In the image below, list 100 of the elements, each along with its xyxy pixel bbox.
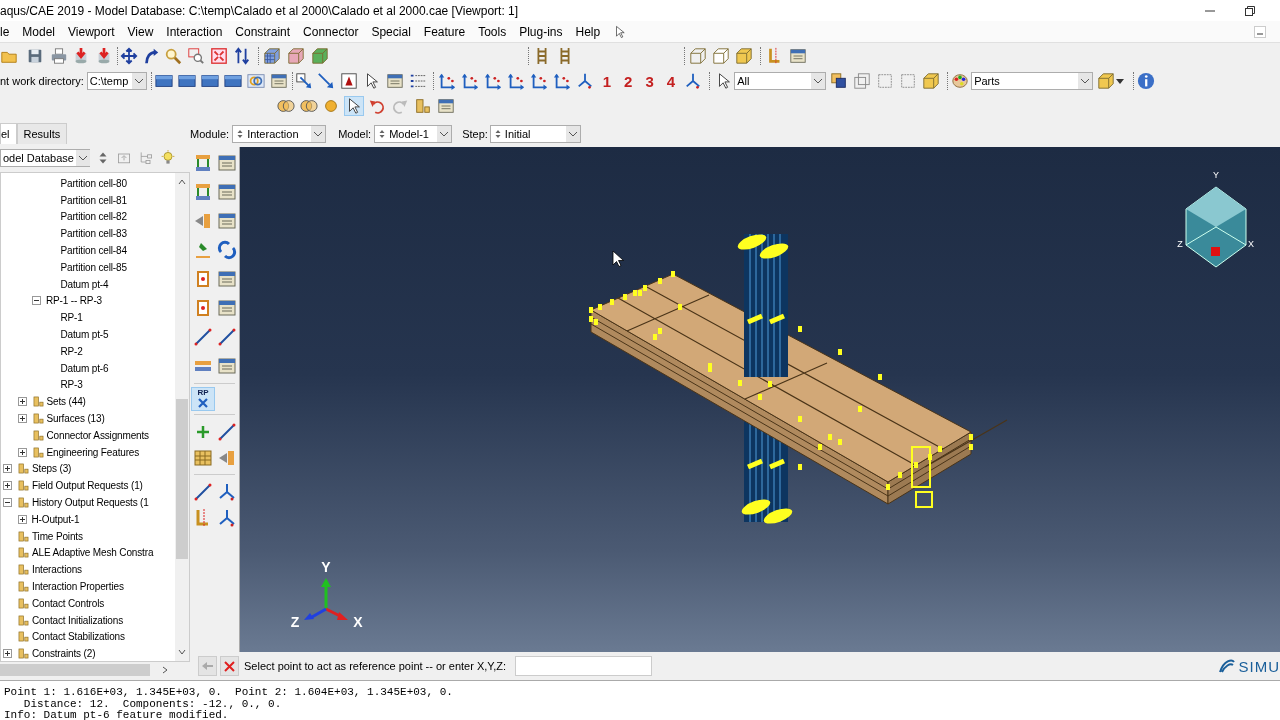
expand-toggle[interactable] xyxy=(17,414,27,424)
cube-icon[interactable] xyxy=(311,47,329,65)
window-icon[interactable] xyxy=(216,297,237,318)
print-icon[interactable] xyxy=(50,47,68,65)
window-icon[interactable] xyxy=(216,152,237,173)
cube-icon[interactable] xyxy=(263,47,281,65)
triad-icon[interactable] xyxy=(684,72,703,90)
scrollbar[interactable] xyxy=(175,173,189,661)
coordinate-field[interactable] xyxy=(515,656,653,676)
cube-icon[interactable] xyxy=(689,47,707,65)
menu-item[interactable]: Help xyxy=(575,24,601,39)
dropdown[interactable]: C:\temp xyxy=(86,72,147,90)
circles-icon[interactable] xyxy=(300,97,318,115)
menu-item[interactable]: le xyxy=(0,24,10,39)
menu-item[interactable]: Interaction xyxy=(166,24,223,39)
tree-item[interactable]: Partition cell-81 xyxy=(60,194,127,206)
tree-item[interactable]: Partition cell-85 xyxy=(60,261,127,273)
line-icon[interactable] xyxy=(216,326,237,347)
zoom-icon[interactable] xyxy=(164,47,182,65)
expand-toggle[interactable] xyxy=(17,514,27,524)
tree-item[interactable]: RP-1 -- RP-3 xyxy=(46,295,102,307)
fit-icon[interactable] xyxy=(210,47,228,65)
view-button[interactable]: 4 xyxy=(666,72,676,90)
link-icon[interactable] xyxy=(216,239,237,260)
zoom-box-icon[interactable] xyxy=(187,47,205,65)
scrollbar-thumb[interactable] xyxy=(0,664,150,676)
cube-icon[interactable] xyxy=(922,72,941,90)
arrow-icon[interactable] xyxy=(294,72,313,90)
tree-item[interactable]: History Output Requests (1 xyxy=(32,497,149,509)
axes-icon[interactable] xyxy=(483,72,502,90)
tree-item[interactable]: Engineering Features xyxy=(46,446,140,458)
window-icon[interactable] xyxy=(216,210,237,231)
menu-item[interactable]: Model xyxy=(22,24,56,39)
axes-icon[interactable] xyxy=(506,72,525,90)
dropdown[interactable]: Model-1 xyxy=(374,124,453,143)
window-icon[interactable] xyxy=(789,47,807,65)
cube-icon[interactable] xyxy=(287,47,305,65)
tree-item[interactable]: Partition cell-82 xyxy=(60,211,127,223)
tree-item[interactable]: RP-2 xyxy=(60,345,83,357)
dropdown[interactable]: Interaction xyxy=(232,124,327,143)
save-icon[interactable] xyxy=(26,47,44,65)
axes-icon[interactable] xyxy=(460,72,479,90)
minimize-icon[interactable] xyxy=(1254,25,1266,38)
tree-item[interactable]: Time Points xyxy=(32,530,83,542)
tree-item[interactable]: RP-3 xyxy=(60,379,83,391)
dropdown[interactable]: odel Database xyxy=(0,149,90,167)
tree-item[interactable]: H-Output-1 xyxy=(31,513,80,525)
dropdown[interactable]: Initial xyxy=(489,124,581,143)
menu-item[interactable]: Constraint xyxy=(235,24,291,39)
expand-toggle[interactable] xyxy=(17,447,27,457)
arrow-icon[interactable] xyxy=(316,72,335,90)
menu-item[interactable]: Feature xyxy=(423,24,466,39)
tree-item[interactable]: Datum pt-6 xyxy=(60,362,109,374)
line-icon[interactable] xyxy=(192,482,213,502)
panel-icon[interactable] xyxy=(177,72,196,90)
tree-item[interactable]: Steps (3) xyxy=(32,463,72,475)
text-box-icon[interactable] xyxy=(339,72,358,90)
line-icon[interactable] xyxy=(192,326,213,347)
cube-icon[interactable] xyxy=(712,47,730,65)
window-icon[interactable] xyxy=(437,97,455,115)
panel-icon[interactable] xyxy=(154,72,173,90)
menu-item[interactable]: Special xyxy=(371,24,411,39)
triad-icon[interactable] xyxy=(575,72,594,90)
tree-item[interactable]: Contact Initializations xyxy=(32,614,124,626)
move-icon[interactable] xyxy=(120,47,138,65)
list-icon[interactable] xyxy=(408,72,427,90)
tree-item[interactable]: Surfaces (13) xyxy=(46,413,105,425)
window-icon[interactable] xyxy=(269,72,288,90)
pointer-icon[interactable] xyxy=(345,97,363,115)
tree-item[interactable]: RP-1 xyxy=(60,312,83,324)
expand-toggle[interactable] xyxy=(3,498,12,508)
axes-icon[interactable] xyxy=(552,72,571,90)
panel-icon[interactable] xyxy=(223,72,242,90)
tab[interactable]: Results xyxy=(16,123,68,144)
tree-item[interactable]: Datum pt-4 xyxy=(60,278,109,290)
tree-item[interactable]: Datum pt-5 xyxy=(60,329,109,341)
circle-icon[interactable] xyxy=(322,97,340,115)
menu-item[interactable]: Tools xyxy=(478,24,507,39)
expand-toggle[interactable] xyxy=(3,649,12,659)
tree-item[interactable]: Field Output Requests (1) xyxy=(32,480,143,492)
view-button[interactable]: 2 xyxy=(624,72,633,90)
expand-toggle[interactable] xyxy=(3,464,12,474)
window-icon[interactable] xyxy=(385,72,404,90)
tree-item[interactable]: Constraints (2) xyxy=(32,648,96,660)
expand-toggle[interactable] xyxy=(3,481,12,491)
cube-icon[interactable] xyxy=(735,47,753,65)
tree-item[interactable]: Partition cell-83 xyxy=(60,228,127,240)
expand-toggle[interactable] xyxy=(32,296,41,306)
scrollbar-thumb[interactable] xyxy=(176,399,188,559)
tree-item[interactable]: ALE Adaptive Mesh Constra xyxy=(32,547,154,559)
palette-icon[interactable] xyxy=(951,72,970,90)
chevron-icon[interactable] xyxy=(177,177,187,187)
tree-item[interactable]: Interaction Properties xyxy=(32,581,124,592)
rotate-icon[interactable] xyxy=(142,47,160,65)
blocks-icon[interactable] xyxy=(414,97,432,115)
menu-item[interactable]: View xyxy=(127,24,154,39)
tree-item[interactable]: Contact Stabilizations xyxy=(32,631,125,643)
caret-icon[interactable] xyxy=(1116,77,1125,85)
panel-icon[interactable] xyxy=(200,72,219,90)
dropdown[interactable]: All xyxy=(734,72,827,90)
